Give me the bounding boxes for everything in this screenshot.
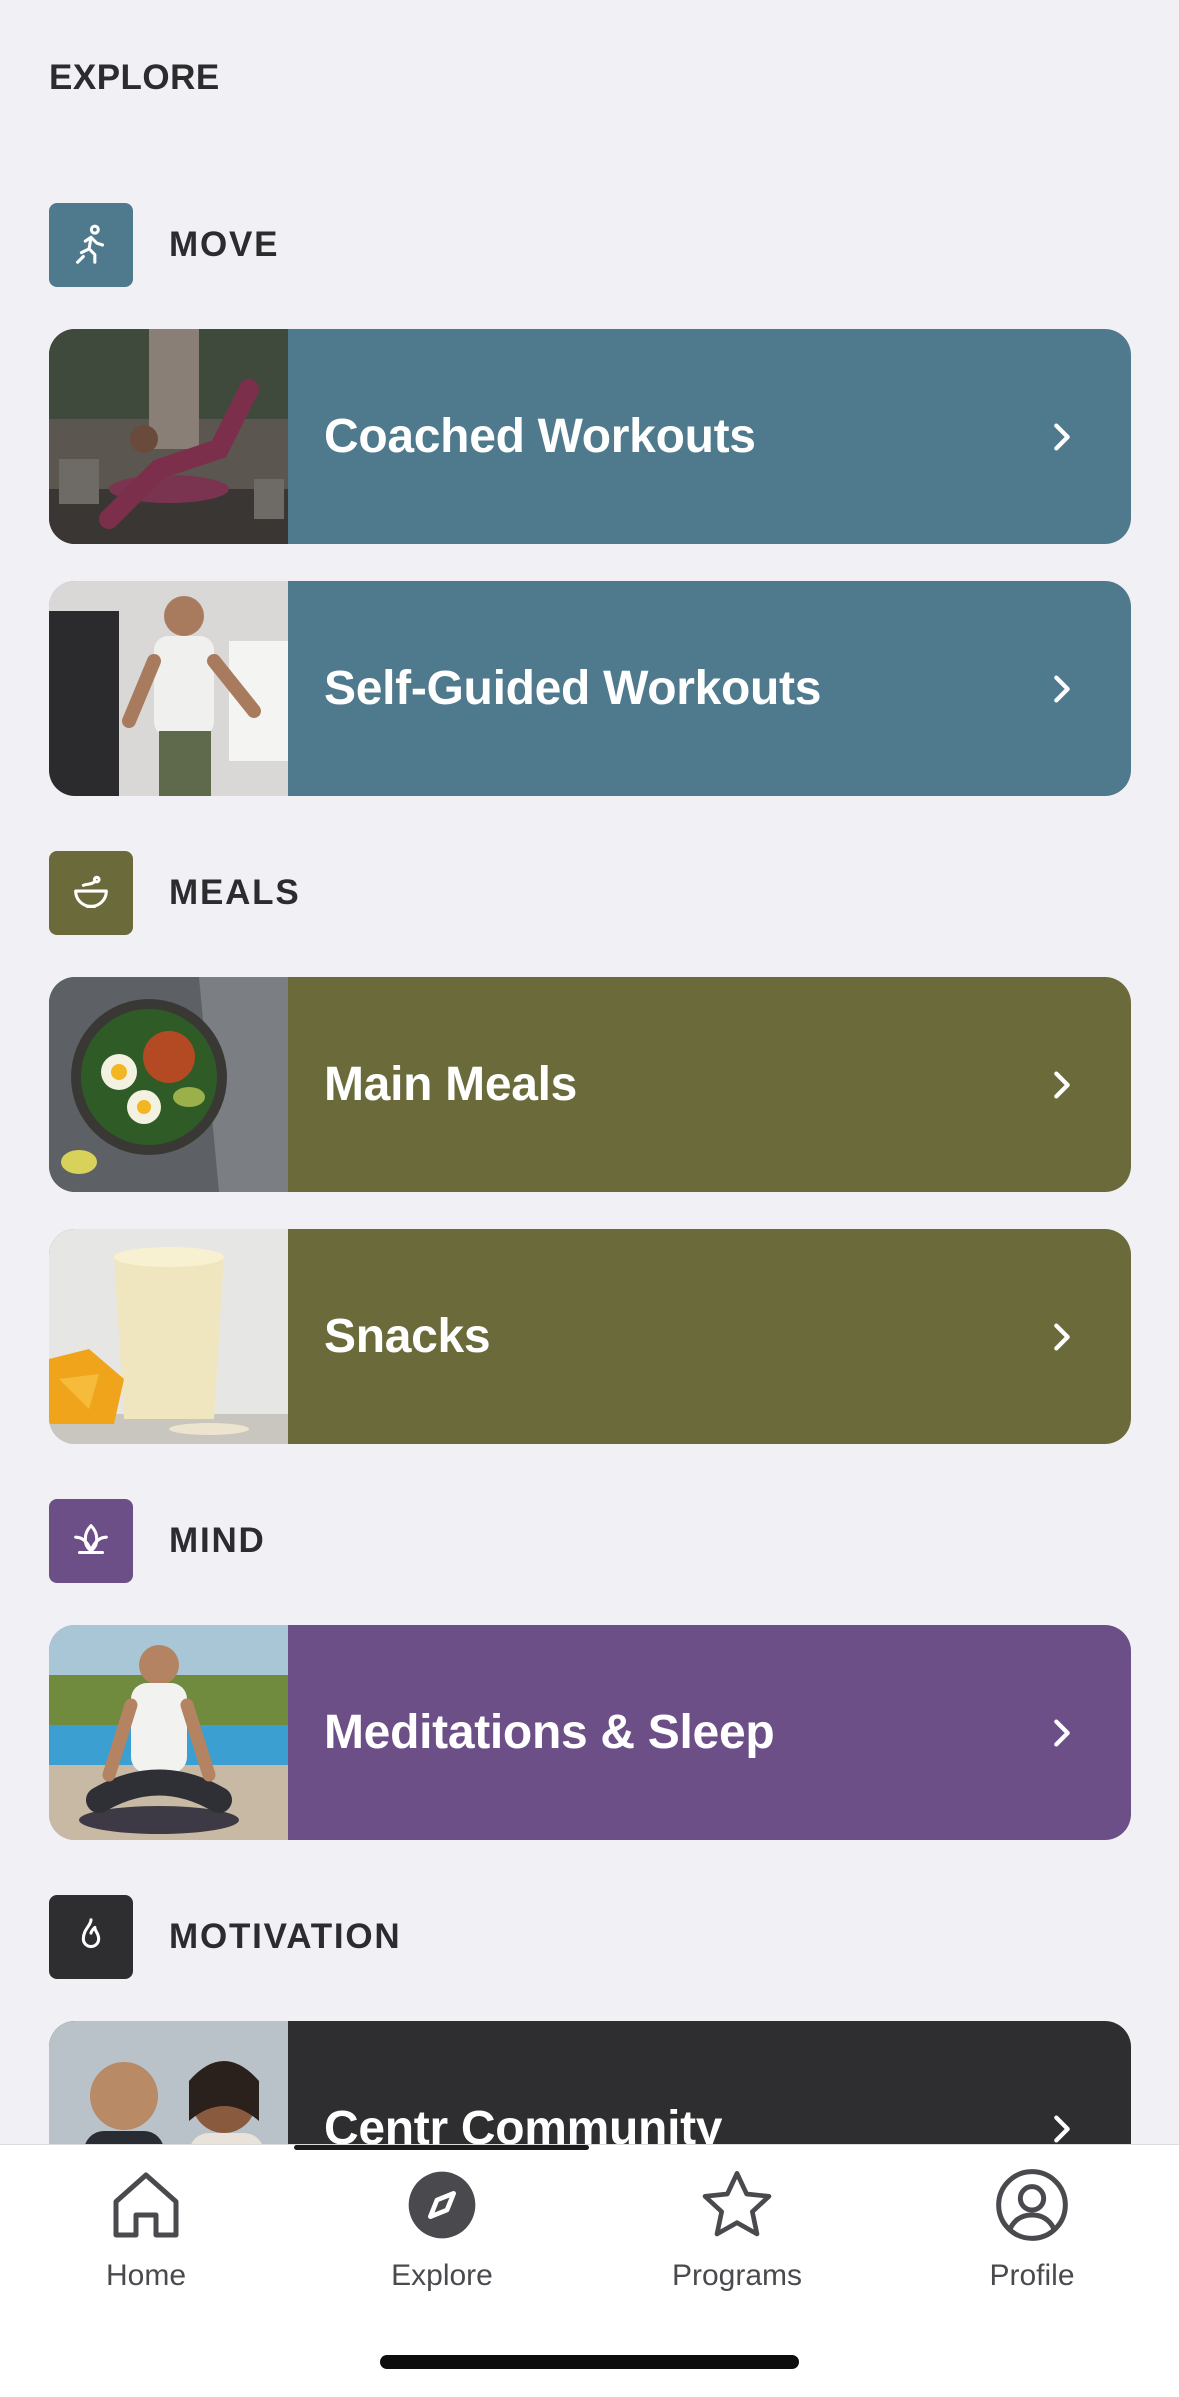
section-label-motivation: MOTIVATION: [169, 1917, 402, 1956]
card-coached-workouts[interactable]: Coached Workouts: [49, 329, 1131, 544]
star-icon: [702, 2171, 772, 2237]
section-label-meals: MEALS: [169, 873, 301, 912]
running-figure-icon: [49, 203, 133, 287]
salad-bowl-photo: [49, 977, 288, 1192]
page-title: EXPLORE: [49, 58, 220, 97]
section-label-move: MOVE: [169, 225, 280, 264]
home-indicator: [380, 2355, 799, 2369]
man-cable-machine-photo: [49, 581, 288, 796]
section-header-meals: MEALS: [49, 851, 301, 935]
card-title: Self-Guided Workouts: [324, 662, 822, 715]
compass-icon: [408, 2171, 476, 2239]
card-self-guided-workouts[interactable]: Self-Guided Workouts: [49, 581, 1131, 796]
chevron-right-icon: [1045, 2112, 1079, 2146]
card-title: Main Meals: [324, 1058, 578, 1111]
card-title: Snacks: [324, 1310, 491, 1363]
section-header-motivation: MOTIVATION: [49, 1895, 402, 1979]
card-title: Coached Workouts: [324, 410, 756, 463]
woman-floor-workout-photo: [49, 329, 288, 544]
card-main-meals[interactable]: Main Meals: [49, 977, 1131, 1192]
tab-explore[interactable]: Explore: [342, 2165, 542, 2315]
chevron-right-icon: [1045, 672, 1079, 706]
section-label-mind: MIND: [169, 1521, 266, 1560]
tab-label-profile: Profile: [989, 2259, 1075, 2292]
profile-icon: [996, 2169, 1068, 2241]
active-tab-indicator: [294, 2145, 589, 2150]
card-snacks[interactable]: Snacks: [49, 1229, 1131, 1444]
tab-home[interactable]: Home: [46, 2165, 246, 2315]
card-title: Meditations & Sleep: [324, 1706, 775, 1759]
tab-label-home: Home: [105, 2259, 187, 2292]
bowl-icon: [49, 851, 133, 935]
tab-programs[interactable]: Programs: [637, 2165, 837, 2315]
lotus-icon: [49, 1499, 133, 1583]
section-header-move: MOVE: [49, 203, 279, 287]
tab-label-programs: Programs: [671, 2259, 803, 2292]
smoothie-mango-photo: [49, 1229, 288, 1444]
chevron-right-icon: [1045, 1716, 1079, 1750]
chevron-right-icon: [1045, 420, 1079, 454]
tab-label-explore: Explore: [391, 2259, 493, 2292]
tab-profile[interactable]: Profile: [932, 2165, 1132, 2315]
card-meditations-sleep[interactable]: Meditations & Sleep: [49, 1625, 1131, 1840]
chevron-right-icon: [1045, 1320, 1079, 1354]
flame-icon: [49, 1895, 133, 1979]
section-header-mind: MIND: [49, 1499, 266, 1583]
chevron-right-icon: [1045, 1068, 1079, 1102]
home-icon: [113, 2172, 179, 2238]
man-meditating-pool-photo: [49, 1625, 288, 1840]
